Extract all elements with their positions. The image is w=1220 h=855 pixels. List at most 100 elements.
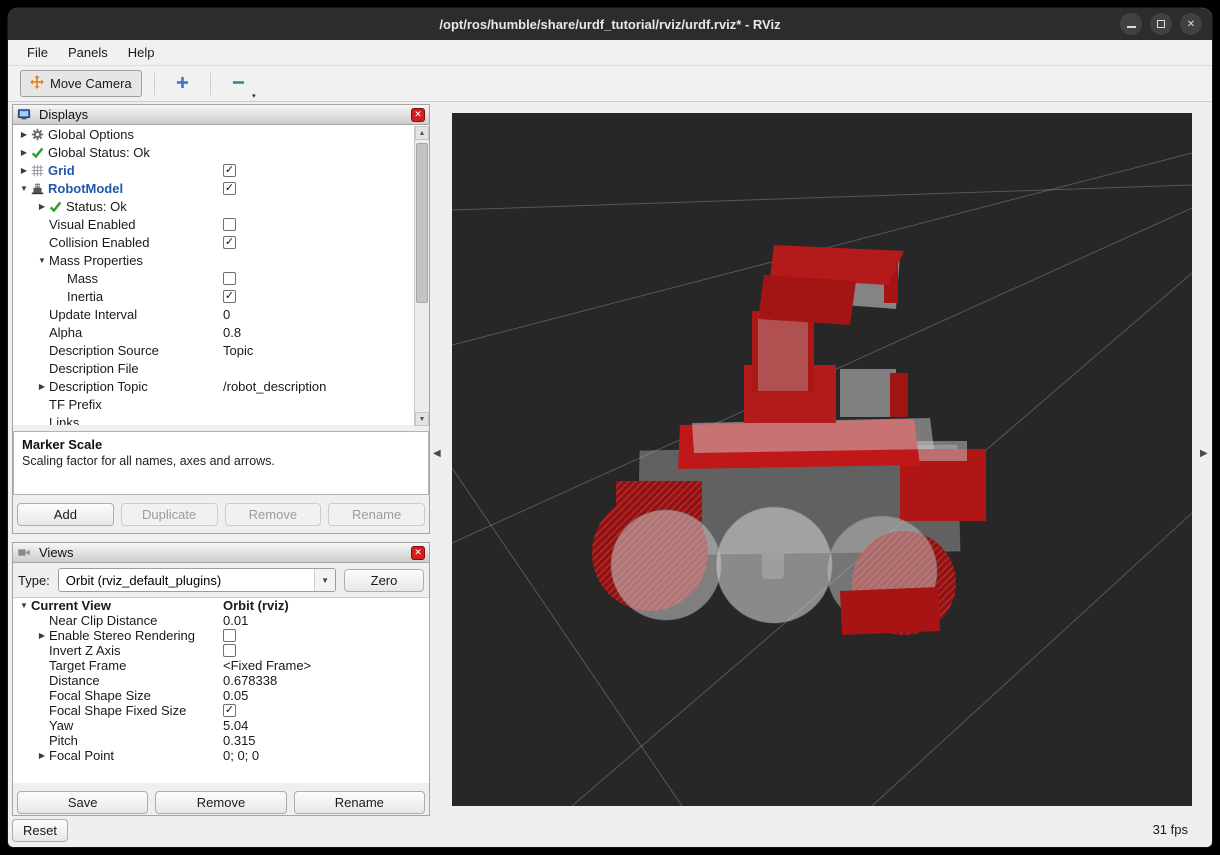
titlebar[interactable]: /opt/ros/humble/share/urdf_tutorial/rviz… <box>8 8 1212 40</box>
view-type-dropdown[interactable]: Orbit (rviz_default_plugins) ▼ <box>58 568 336 592</box>
property-value[interactable]: 0 <box>223 307 230 322</box>
property-value[interactable]: 0.8 <box>223 325 241 340</box>
displays-row-grid[interactable]: ▶Grid✓ <box>13 161 429 179</box>
displays-row-alpha[interactable]: Alpha0.8 <box>13 323 429 341</box>
displays-scrollbar[interactable]: ▲ ▼ <box>414 126 429 426</box>
property-value[interactable]: Topic <box>223 343 253 358</box>
property-value[interactable]: 0; 0; 0 <box>223 748 259 763</box>
displays-row-links[interactable]: Links <box>13 413 429 425</box>
views-row-focal-point[interactable]: ▶Focal Point0; 0; 0 <box>13 748 429 763</box>
displays-row-robotmodel[interactable]: ▼ RobotModel ✓ <box>13 179 429 197</box>
dropdown-arrow-icon[interactable]: ▾ <box>252 92 256 100</box>
scroll-up-icon[interactable]: ▲ <box>415 126 429 140</box>
property-value[interactable]: 5.04 <box>223 718 248 733</box>
3d-viewport[interactable] <box>452 113 1192 806</box>
close-button[interactable]: ✕ <box>1180 13 1202 35</box>
checkbox-invert-z-axis[interactable] <box>223 644 236 657</box>
property-label: RobotModel <box>48 181 123 196</box>
property-label: Description Source <box>49 343 159 358</box>
expander-collapsed-icon[interactable]: ▶ <box>35 631 49 640</box>
property-value[interactable]: 0.01 <box>223 613 248 628</box>
expander-collapsed-icon[interactable]: ▶ <box>17 130 31 139</box>
displays-row-status-ok[interactable]: ▶Status: Ok <box>13 197 429 215</box>
minimize-button[interactable] <box>1120 13 1142 35</box>
expander-expanded-icon[interactable]: ▼ <box>17 601 31 610</box>
checkbox-focal-shape-fixed-size[interactable]: ✓ <box>223 704 236 717</box>
remove-tool-button[interactable]: ▾ <box>223 72 254 96</box>
displays-row-global-status-ok[interactable]: ▶Global Status: Ok <box>13 143 429 161</box>
displays-row-inertia[interactable]: Inertia✓ <box>13 287 429 305</box>
property-value[interactable]: Orbit (rviz) <box>223 598 289 613</box>
displays-row-tf-prefix[interactable]: TF Prefix <box>13 395 429 413</box>
views-tree: ▼Current ViewOrbit (rviz)Near Clip Dista… <box>13 597 429 783</box>
menu-item-help[interactable]: Help <box>119 42 164 63</box>
views-row-focal-shape-fixed-size[interactable]: Focal Shape Fixed Size✓ <box>13 703 429 718</box>
property-value[interactable]: 0.05 <box>223 688 248 703</box>
displays-row-collision-enabled[interactable]: Collision Enabled✓ <box>13 233 429 251</box>
displays-button-row: AddDuplicateRemoveRename <box>17 503 425 526</box>
add-button[interactable]: Add <box>17 503 114 526</box>
views-row-target-frame[interactable]: Target Frame<Fixed Frame> <box>13 658 429 673</box>
save-button[interactable]: Save <box>17 791 148 814</box>
remove-button: Remove <box>225 503 322 526</box>
remove-button[interactable]: Remove <box>155 791 286 814</box>
expander-expanded-icon[interactable]: ▼ <box>35 256 49 265</box>
expander-collapsed-icon[interactable]: ▶ <box>35 382 49 391</box>
checkbox-collision-enabled[interactable]: ✓ <box>223 236 236 249</box>
views-row-invert-z-axis[interactable]: Invert Z Axis <box>13 643 429 658</box>
checkbox-visual-enabled[interactable] <box>223 218 236 231</box>
displays-row-mass-properties[interactable]: ▼Mass Properties <box>13 251 429 269</box>
property-value[interactable]: 0.678338 <box>223 673 277 688</box>
menu-item-file[interactable]: File <box>18 42 57 63</box>
views-row-yaw[interactable]: Yaw5.04 <box>13 718 429 733</box>
type-label: Type: <box>18 573 50 588</box>
displays-row-description-file[interactable]: Description File <box>13 359 429 377</box>
expander-collapsed-icon[interactable]: ▶ <box>35 751 49 760</box>
scroll-down-icon[interactable]: ▼ <box>415 412 429 426</box>
maximize-button[interactable] <box>1150 13 1172 35</box>
views-row-enable-stereo-rendering[interactable]: ▶Enable Stereo Rendering <box>13 628 429 643</box>
displays-row-visual-enabled[interactable]: Visual Enabled <box>13 215 429 233</box>
panel-collapse-left-arrow[interactable]: ◀ <box>433 448 441 459</box>
views-row-distance[interactable]: Distance0.678338 <box>13 673 429 688</box>
chevron-down-icon: ▼ <box>314 569 335 591</box>
scrollbar-thumb[interactable] <box>416 143 428 303</box>
menu-item-panels[interactable]: Panels <box>59 42 117 63</box>
checkbox-enable-stereo-rendering[interactable] <box>223 629 236 642</box>
views-row-current-view[interactable]: ▼Current ViewOrbit (rviz) <box>13 598 429 613</box>
views-panel-header[interactable]: Views ✕ <box>13 543 429 563</box>
add-tool-button[interactable] <box>167 72 198 96</box>
views-row-focal-shape-size[interactable]: Focal Shape Size0.05 <box>13 688 429 703</box>
property-value[interactable]: 0.315 <box>223 733 256 748</box>
rviz-window: /opt/ros/humble/share/urdf_tutorial/rviz… <box>8 8 1212 847</box>
checkbox-robotmodel[interactable]: ✓ <box>223 182 236 195</box>
rename-button[interactable]: Rename <box>294 791 425 814</box>
views-row-near-clip-distance[interactable]: Near Clip Distance 0.01 <box>13 613 429 628</box>
expander-collapsed-icon[interactable]: ▶ <box>17 166 31 175</box>
displays-row-description-source[interactable]: Description Source Topic <box>13 341 429 359</box>
grid-icon <box>31 164 48 177</box>
robot-icon <box>31 182 48 195</box>
move-camera-tool-button[interactable]: Move Camera <box>20 70 142 97</box>
property-value[interactable]: /robot_description <box>223 379 326 394</box>
reset-button[interactable]: Reset <box>12 819 68 842</box>
checkbox-inertia[interactable]: ✓ <box>223 290 236 303</box>
property-label: Mass <box>67 271 98 286</box>
expander-collapsed-icon[interactable]: ▶ <box>17 148 31 157</box>
displays-row-global-options[interactable]: ▶Global Options <box>13 125 429 143</box>
checkbox-grid[interactable]: ✓ <box>223 164 236 177</box>
expander-expanded-icon[interactable]: ▼ <box>17 184 31 193</box>
displays-row-mass[interactable]: Mass <box>13 269 429 287</box>
displays-panel-header[interactable]: Displays ✕ <box>13 105 429 125</box>
displays-panel-close-button[interactable]: ✕ <box>411 108 425 122</box>
views-row-pitch[interactable]: Pitch0.315 <box>13 733 429 748</box>
checkbox-mass[interactable] <box>223 272 236 285</box>
property-value[interactable]: <Fixed Frame> <box>223 658 311 673</box>
zero-button[interactable]: Zero <box>344 569 424 592</box>
displays-row-description-topic[interactable]: ▶Description Topic/robot_description <box>13 377 429 395</box>
property-label: Near Clip Distance <box>49 613 157 628</box>
displays-row-update-interval[interactable]: Update Interval0 <box>13 305 429 323</box>
expander-collapsed-icon[interactable]: ▶ <box>35 202 49 211</box>
panel-collapse-right-arrow[interactable]: ▶ <box>1200 448 1208 459</box>
views-panel-close-button[interactable]: ✕ <box>411 546 425 560</box>
